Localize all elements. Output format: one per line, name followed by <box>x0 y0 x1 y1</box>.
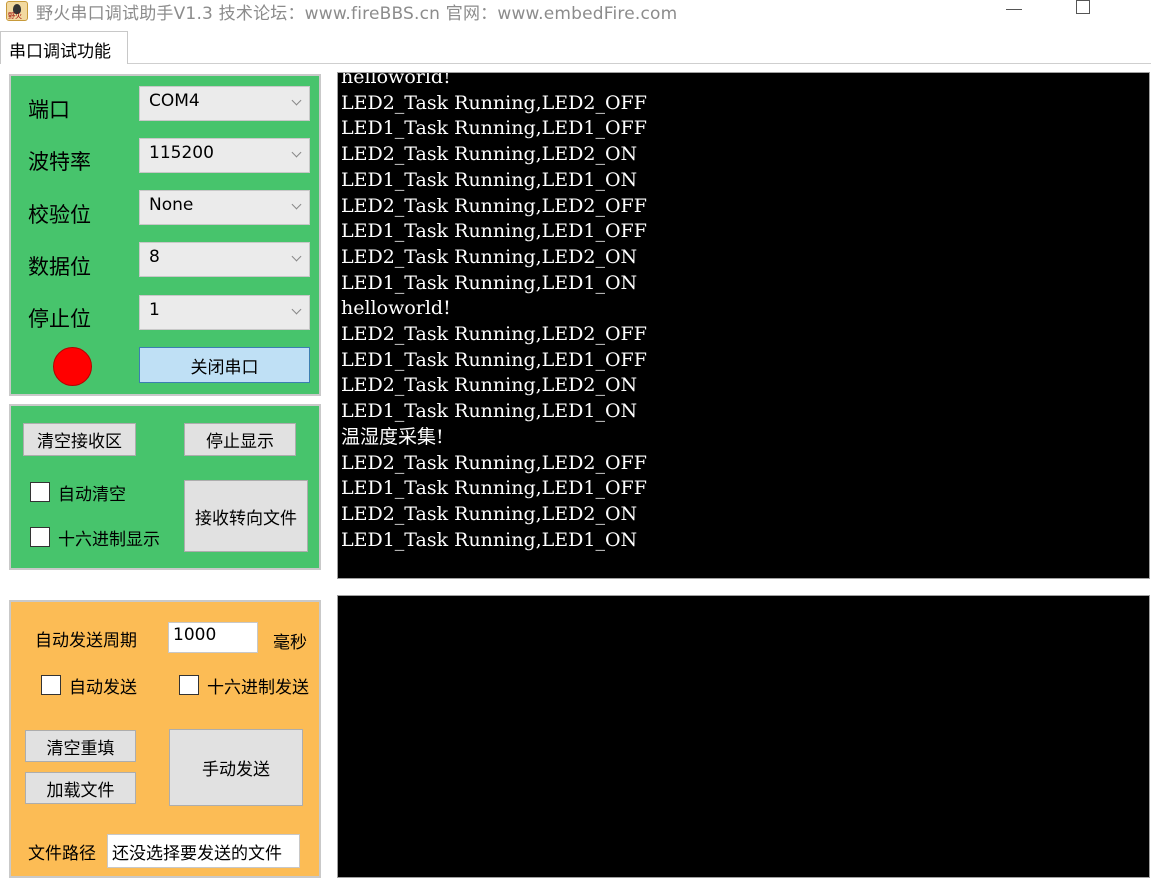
receive-console[interactable]: helloworld! LED2_Task Running,LED2_OFF LED… <box>337 72 1150 579</box>
hex-send-checkbox[interactable] <box>179 675 199 695</box>
auto-send-period-input[interactable]: 1000 <box>168 622 258 653</box>
baud-select[interactable]: 115200 <box>139 138 310 173</box>
maximize-icon[interactable] <box>1076 0 1090 14</box>
send-input-area[interactable] <box>337 595 1150 878</box>
console-line: LED2_Task Running,LED2_ON <box>341 245 638 268</box>
console-line: LED2_Task Running,LED2_OFF <box>341 323 647 346</box>
receive-console-lines: helloworld! LED2_Task Running,LED2_OFF LED… <box>341 72 647 553</box>
stopbits-label: 停止位 <box>28 307 91 331</box>
chevron-down-icon <box>291 95 302 106</box>
chevron-down-icon <box>291 251 302 262</box>
console-line: LED2_Task Running,LED2_ON <box>341 374 638 397</box>
baud-label: 波特率 <box>28 150 91 174</box>
hex-display-checkbox[interactable] <box>30 527 50 547</box>
window-title: 野火串口调试助手V1.3 技术论坛：www.fireBBS.cn 官网：www.… <box>36 4 678 24</box>
redirect-to-file-button[interactable]: 接收转向文件 <box>184 480 308 552</box>
chevron-down-icon <box>291 147 302 158</box>
console-line: LED1_Task Running,LED1_OFF <box>341 477 647 500</box>
console-line: LED1_Task Running,LED1_ON <box>341 271 638 294</box>
period-unit-label: 毫秒 <box>273 633 307 653</box>
auto-clear-checkbox[interactable] <box>30 482 50 502</box>
clear-receive-button[interactable]: 清空接收区 <box>23 423 136 456</box>
databits-label: 数据位 <box>28 255 91 279</box>
hex-display-label: 十六进制显示 <box>58 530 160 550</box>
manual-send-button[interactable]: 手动发送 <box>169 729 303 806</box>
console-line: LED1_Task Running,LED1_ON <box>341 400 638 423</box>
file-path-input[interactable]: 还没选择要发送的文件 <box>107 834 300 868</box>
auto-clear-label: 自动清空 <box>58 485 126 505</box>
console-line: 温湿度采集! <box>341 425 444 448</box>
console-line: LED2_Task Running,LED2_OFF <box>341 91 647 114</box>
stop-display-button[interactable]: 停止显示 <box>184 423 296 456</box>
console-line: LED2_Task Running,LED2_OFF <box>341 194 647 217</box>
console-line: LED1_Task Running,LED1_OFF <box>341 220 647 243</box>
app-icon-label: 野火 <box>8 12 22 20</box>
hex-send-label: 十六进制发送 <box>207 678 309 698</box>
databits-select[interactable]: 8 <box>139 242 310 277</box>
console-line: helloworld! <box>341 72 451 88</box>
console-line: LED2_Task Running,LED2_ON <box>341 143 638 166</box>
port-label: 端口 <box>28 98 70 122</box>
auto-send-checkbox[interactable] <box>41 675 61 695</box>
port-select-value: COM4 <box>149 91 200 111</box>
port-status-indicator <box>53 347 92 386</box>
stopbits-select-value: 1 <box>149 300 160 320</box>
auto-send-label: 自动发送 <box>69 678 137 698</box>
load-file-button[interactable]: 加载文件 <box>25 772 136 804</box>
stopbits-select[interactable]: 1 <box>139 295 310 330</box>
console-line: helloworld! <box>341 297 451 320</box>
tab-strip <box>0 31 1151 64</box>
chevron-down-icon <box>291 304 302 315</box>
parity-select-value: None <box>149 195 194 215</box>
parity-select[interactable]: None <box>139 190 310 225</box>
minimize-icon[interactable] <box>1004 4 1024 14</box>
chevron-down-icon <box>291 199 302 210</box>
port-select[interactable]: COM4 <box>139 86 310 121</box>
close-port-button[interactable]: 关闭串口 <box>139 347 310 383</box>
parity-label: 校验位 <box>28 203 91 227</box>
console-line: LED1_Task Running,LED1_ON <box>341 168 638 191</box>
baud-select-value: 115200 <box>149 143 214 163</box>
databits-select-value: 8 <box>149 247 160 267</box>
console-line: LED1_Task Running,LED1_OFF <box>341 117 647 140</box>
console-line: LED1_Task Running,LED1_OFF <box>341 348 647 371</box>
flame-logo-icon: 野火 <box>6 1 28 21</box>
file-path-label: 文件路径 <box>28 844 96 864</box>
console-line: LED2_Task Running,LED2_OFF <box>341 451 647 474</box>
tab-serial-debug[interactable]: 串口调试功能 <box>0 31 128 64</box>
console-line: LED1_Task Running,LED1_ON <box>341 528 638 551</box>
clear-refill-button[interactable]: 清空重填 <box>25 730 136 762</box>
auto-send-period-label: 自动发送周期 <box>35 631 137 651</box>
console-line: LED2_Task Running,LED2_ON <box>341 502 638 525</box>
